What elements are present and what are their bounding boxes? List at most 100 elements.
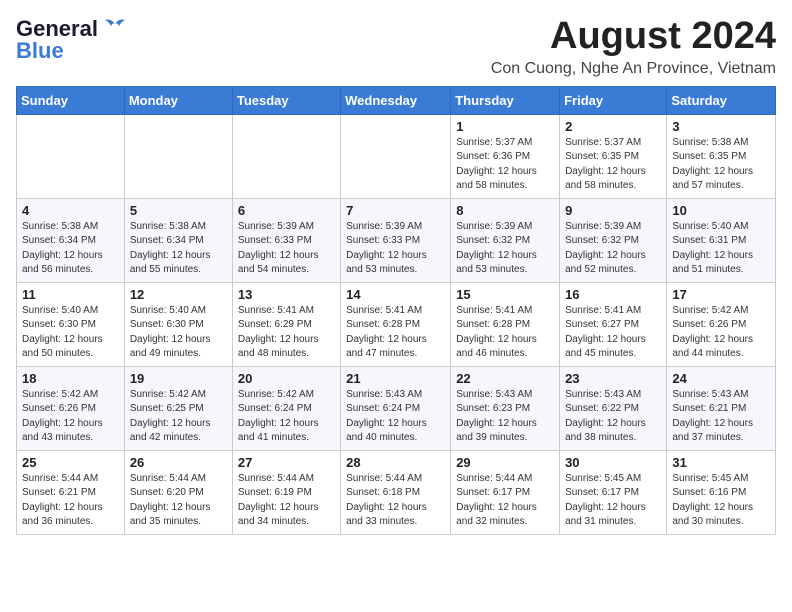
day-info: Sunrise: 5:39 AM Sunset: 6:33 PM Dayligh…	[346, 220, 445, 278]
calendar-cell: 15 Sunrise: 5:41 AM Sunset: 6:28 PM Dayli…	[451, 282, 560, 366]
day-info: Sunrise: 5:38 AM Sunset: 6:35 PM Dayligh…	[672, 136, 770, 194]
calendar-cell: 16Sunrise: 5:41 AM Sunset: 6:27 PM Dayli…	[560, 282, 667, 366]
day-number: 3	[672, 119, 770, 134]
calendar-cell: 11Sunrise: 5:40 AM Sunset: 6:30 PM Dayli…	[17, 282, 125, 366]
day-number: 29	[456, 455, 554, 470]
day-number: 4	[22, 203, 119, 218]
calendar-cell: 1 Sunrise: 5:37 AM Sunset: 6:36 PM Daylig…	[451, 114, 560, 198]
day-number: 15	[456, 287, 554, 302]
calendar-cell: 25Sunrise: 5:44 AM Sunset: 6:21 PM Dayli…	[17, 450, 125, 534]
day-info: Sunrise: 5:37 AM Sunset: 6:35 PM Dayligh…	[565, 136, 661, 194]
day-info: Sunrise: 5:41 AM Sunset: 6:28 PM Dayligh…	[456, 304, 554, 362]
day-info: Sunrise: 5:42 AM Sunset: 6:25 PM Dayligh…	[130, 388, 227, 446]
day-info: Sunrise: 5:45 AM Sunset: 6:17 PM Dayligh…	[565, 472, 661, 530]
day-number: 23	[565, 371, 661, 386]
calendar-cell: 6Sunrise: 5:39 AM Sunset: 6:33 PM Daylig…	[232, 198, 340, 282]
day-info: Sunrise: 5:40 AM Sunset: 6:30 PM Dayligh…	[130, 304, 227, 362]
day-info: Sunrise: 5:43 AM Sunset: 6:23 PM Dayligh…	[456, 388, 554, 446]
calendar-week-row: 1 Sunrise: 5:37 AM Sunset: 6:36 PM Daylig…	[17, 114, 776, 198]
logo-blue: Blue	[16, 38, 64, 64]
logo: General Blue	[16, 16, 129, 64]
calendar-cell: 8 Sunrise: 5:39 AM Sunset: 6:32 PM Daylig…	[451, 198, 560, 282]
day-number: 26	[130, 455, 227, 470]
day-info: Sunrise: 5:44 AM Sunset: 6:19 PM Dayligh…	[238, 472, 335, 530]
day-number: 20	[238, 371, 335, 386]
calendar-cell: 31Sunrise: 5:45 AM Sunset: 6:16 PM Dayli…	[667, 450, 776, 534]
calendar-header-row: SundayMondayTuesdayWednesdayThursdayFrid…	[17, 86, 776, 114]
calendar-week-row: 25Sunrise: 5:44 AM Sunset: 6:21 PM Dayli…	[17, 450, 776, 534]
day-number: 2	[565, 119, 661, 134]
day-number: 9	[565, 203, 661, 218]
day-info: Sunrise: 5:40 AM Sunset: 6:31 PM Dayligh…	[672, 220, 770, 278]
logo-bird-icon	[101, 18, 129, 36]
day-info: Sunrise: 5:42 AM Sunset: 6:26 PM Dayligh…	[22, 388, 119, 446]
title-area: August 2024 Con Cuong, Nghe An Province,…	[491, 16, 776, 78]
day-info: Sunrise: 5:45 AM Sunset: 6:16 PM Dayligh…	[672, 472, 770, 530]
day-info: Sunrise: 5:43 AM Sunset: 6:24 PM Dayligh…	[346, 388, 445, 446]
calendar-title: August 2024	[491, 16, 776, 58]
day-info: Sunrise: 5:44 AM Sunset: 6:17 PM Dayligh…	[456, 472, 554, 530]
day-number: 7	[346, 203, 445, 218]
calendar-week-row: 18 Sunrise: 5:42 AM Sunset: 6:26 PM Dayli…	[17, 366, 776, 450]
column-header-thursday: Thursday	[451, 86, 560, 114]
calendar-cell: 20 Sunrise: 5:42 AM Sunset: 6:24 PM Dayli…	[232, 366, 340, 450]
day-info: Sunrise: 5:41 AM Sunset: 6:28 PM Dayligh…	[346, 304, 445, 362]
calendar-cell: 7 Sunrise: 5:39 AM Sunset: 6:33 PM Daylig…	[341, 198, 451, 282]
column-header-saturday: Saturday	[667, 86, 776, 114]
column-header-friday: Friday	[560, 86, 667, 114]
calendar-cell: 3 Sunrise: 5:38 AM Sunset: 6:35 PM Daylig…	[667, 114, 776, 198]
calendar-cell	[17, 114, 125, 198]
day-number: 21	[346, 371, 445, 386]
calendar-cell: 14Sunrise: 5:41 AM Sunset: 6:28 PM Dayli…	[341, 282, 451, 366]
day-info: Sunrise: 5:39 AM Sunset: 6:33 PM Dayligh…	[238, 220, 335, 278]
header: General Blue August 2024 Con Cuong, Nghe…	[16, 16, 776, 78]
calendar-cell	[124, 114, 232, 198]
column-header-monday: Monday	[124, 86, 232, 114]
calendar-cell: 27Sunrise: 5:44 AM Sunset: 6:19 PM Dayli…	[232, 450, 340, 534]
calendar-cell: 28Sunrise: 5:44 AM Sunset: 6:18 PM Dayli…	[341, 450, 451, 534]
day-info: Sunrise: 5:37 AM Sunset: 6:36 PM Dayligh…	[456, 136, 554, 194]
calendar-cell: 23Sunrise: 5:43 AM Sunset: 6:22 PM Dayli…	[560, 366, 667, 450]
calendar-cell: 24 Sunrise: 5:43 AM Sunset: 6:21 PM Dayli…	[667, 366, 776, 450]
day-info: Sunrise: 5:44 AM Sunset: 6:20 PM Dayligh…	[130, 472, 227, 530]
day-number: 17	[672, 287, 770, 302]
column-header-wednesday: Wednesday	[341, 86, 451, 114]
calendar-cell: 29 Sunrise: 5:44 AM Sunset: 6:17 PM Dayli…	[451, 450, 560, 534]
day-number: 18	[22, 371, 119, 386]
day-number: 12	[130, 287, 227, 302]
day-number: 8	[456, 203, 554, 218]
calendar-cell: 9Sunrise: 5:39 AM Sunset: 6:32 PM Daylig…	[560, 198, 667, 282]
calendar-cell	[232, 114, 340, 198]
day-info: Sunrise: 5:39 AM Sunset: 6:32 PM Dayligh…	[456, 220, 554, 278]
calendar-cell: 30 Sunrise: 5:45 AM Sunset: 6:17 PM Dayli…	[560, 450, 667, 534]
day-number: 5	[130, 203, 227, 218]
day-number: 1	[456, 119, 554, 134]
day-info: Sunrise: 5:42 AM Sunset: 6:26 PM Dayligh…	[672, 304, 770, 362]
day-number: 16	[565, 287, 661, 302]
calendar-week-row: 11 Sunrise: 5:40 AM Sunset: 6:30 PM Dayli…	[17, 282, 776, 366]
day-info: Sunrise: 5:38 AM Sunset: 6:34 PM Dayligh…	[130, 220, 227, 278]
calendar-cell: 4 Sunrise: 5:38 AM Sunset: 6:34 PM Daylig…	[17, 198, 125, 282]
calendar-cell: 17 Sunrise: 5:42 AM Sunset: 6:26 PM Dayli…	[667, 282, 776, 366]
calendar-subtitle: Con Cuong, Nghe An Province, Vietnam	[491, 60, 776, 78]
day-number: 22	[456, 371, 554, 386]
day-number: 11	[22, 287, 119, 302]
day-info: Sunrise: 5:44 AM Sunset: 6:18 PM Dayligh…	[346, 472, 445, 530]
calendar-cell: 26 Sunrise: 5:44 AM Sunset: 6:20 PM Dayli…	[124, 450, 232, 534]
calendar-cell: 22 Sunrise: 5:43 AM Sunset: 6:23 PM Dayli…	[451, 366, 560, 450]
calendar-cell: 19 Sunrise: 5:42 AM Sunset: 6:25 PM Dayli…	[124, 366, 232, 450]
calendar-cell: 2 Sunrise: 5:37 AM Sunset: 6:35 PM Daylig…	[560, 114, 667, 198]
calendar-cell	[341, 114, 451, 198]
day-number: 10	[672, 203, 770, 218]
calendar-cell: 13Sunrise: 5:41 AM Sunset: 6:29 PM Dayli…	[232, 282, 340, 366]
day-info: Sunrise: 5:38 AM Sunset: 6:34 PM Dayligh…	[22, 220, 119, 278]
day-number: 25	[22, 455, 119, 470]
day-info: Sunrise: 5:42 AM Sunset: 6:24 PM Dayligh…	[238, 388, 335, 446]
day-number: 24	[672, 371, 770, 386]
calendar-cell: 18 Sunrise: 5:42 AM Sunset: 6:26 PM Dayli…	[17, 366, 125, 450]
day-number: 13	[238, 287, 335, 302]
calendar-table: SundayMondayTuesdayWednesdayThursdayFrid…	[16, 86, 776, 535]
day-info: Sunrise: 5:43 AM Sunset: 6:21 PM Dayligh…	[672, 388, 770, 446]
day-number: 19	[130, 371, 227, 386]
day-number: 30	[565, 455, 661, 470]
